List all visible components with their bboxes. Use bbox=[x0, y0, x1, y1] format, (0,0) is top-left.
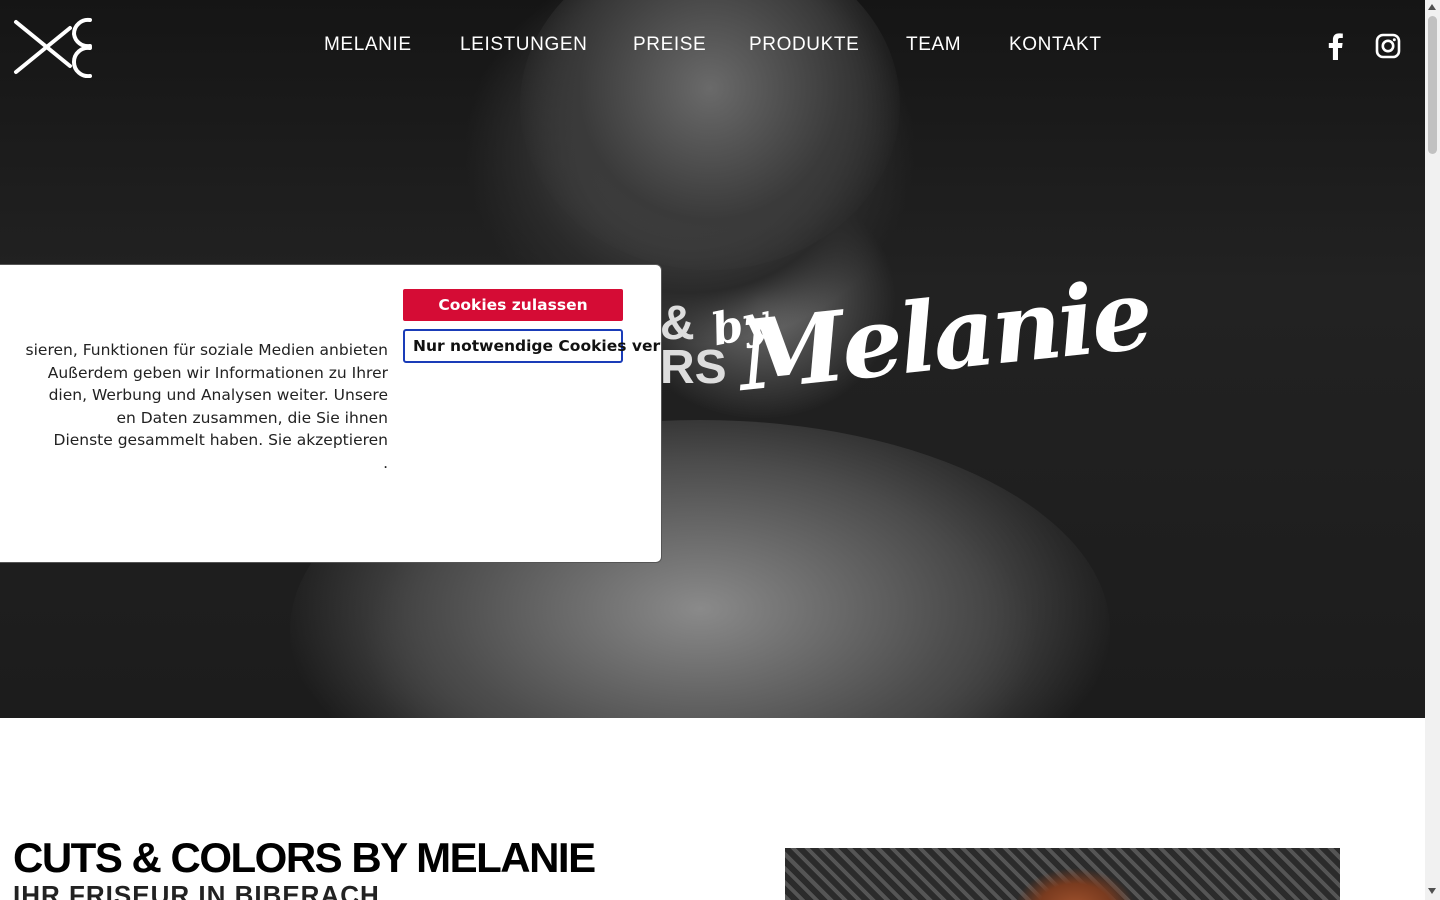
nav-item-leistungen[interactable]: LEISTUNGEN bbox=[460, 34, 587, 56]
page-title: CUTS & COLORS BY MELANIE bbox=[13, 834, 596, 881]
nav-item-team[interactable]: TEAM bbox=[906, 34, 961, 56]
allow-cookies-button[interactable]: Cookies zulassen bbox=[403, 289, 623, 321]
nav-item-melanie[interactable]: MELANIE bbox=[324, 34, 412, 56]
nav-item-produkte[interactable]: PRODUKTE bbox=[749, 34, 859, 56]
instagram-icon[interactable] bbox=[1375, 32, 1401, 60]
scroll-up-arrow-icon[interactable] bbox=[1428, 4, 1436, 10]
cookie-consent-dialog: sieren, Funktionen für soziale Medien an… bbox=[0, 264, 662, 563]
nav-item-preise[interactable]: PREISE bbox=[633, 34, 706, 56]
page-subtitle: IHR FRISEUR IN BIBERACH bbox=[13, 880, 380, 900]
cookie-description: sieren, Funktionen für soziale Medien an… bbox=[25, 341, 388, 472]
hero-script-name: Melanie bbox=[733, 257, 1156, 413]
about-photo bbox=[785, 848, 1340, 900]
scroll-down-arrow-icon[interactable] bbox=[1428, 888, 1436, 894]
nav-item-kontakt[interactable]: KONTAKT bbox=[1009, 34, 1102, 56]
scrollbar-thumb[interactable] bbox=[1428, 16, 1437, 154]
necessary-cookies-button[interactable]: Nur notwendige Cookies verwenden bbox=[403, 329, 661, 363]
main-nav: MELANIE LEISTUNGEN PREISE PRODUKTE TEAM … bbox=[0, 34, 1425, 60]
facebook-icon[interactable] bbox=[1322, 32, 1348, 60]
page-scrollbar[interactable] bbox=[1425, 0, 1440, 900]
